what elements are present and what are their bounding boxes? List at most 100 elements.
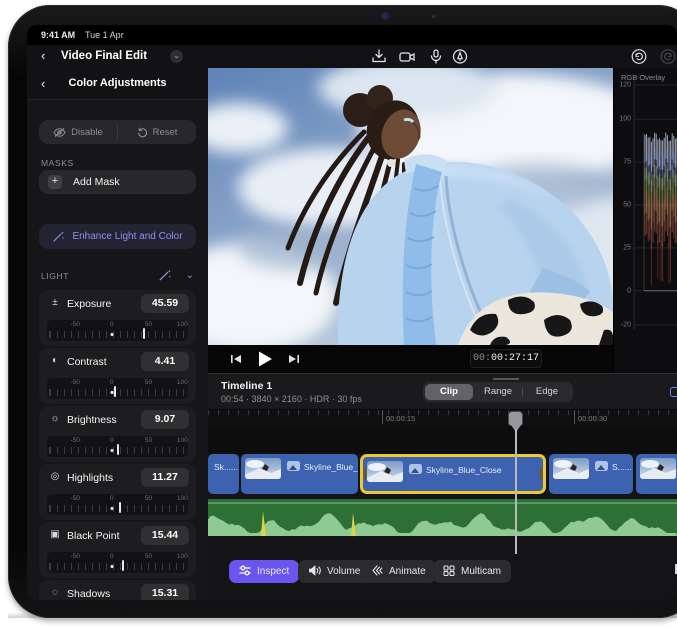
timeline-clip[interactable] xyxy=(636,454,677,494)
mic-icon[interactable] xyxy=(427,48,445,65)
multicam-label: Multicam xyxy=(461,566,501,577)
camera-icon[interactable] xyxy=(398,48,416,65)
timeline-name: Timeline 1 xyxy=(221,380,272,392)
clip-thumbnail xyxy=(640,458,676,479)
brightness-icon: ☼ xyxy=(49,413,61,424)
status-bar: 9:41 AM Tue 1 Apr xyxy=(27,25,677,45)
light-collapse-chevron-icon[interactable]: ⌄ xyxy=(186,270,194,281)
timecode-hours: 00: xyxy=(473,353,491,364)
project-title-chevron-icon[interactable]: ⌄ xyxy=(170,50,183,63)
connect-clip-icon[interactable] xyxy=(670,387,677,397)
contrast-value[interactable]: 4.41 xyxy=(141,352,189,371)
param-shadows: ◌Shadows15.31-50050100 xyxy=(39,580,196,600)
video-preview[interactable] xyxy=(208,68,613,345)
media-icon xyxy=(595,461,608,471)
brightness-label: Brightness xyxy=(67,414,117,426)
animate-label: Animate xyxy=(389,566,426,577)
param-exposure: ±Exposure45.59-50050100 xyxy=(39,290,196,346)
reset-icon xyxy=(137,127,148,138)
import-icon[interactable] xyxy=(370,48,388,65)
media-icon xyxy=(287,461,300,471)
animate-button[interactable]: Animate xyxy=(360,560,436,583)
param-brightness: ☼ Brightness 9.07 -50050100 xyxy=(39,406,196,462)
timeline-clip[interactable]: S...... xyxy=(549,454,633,494)
clip-label: Skyline_Blue_Wide xyxy=(304,462,358,472)
undo-icon[interactable] xyxy=(630,48,648,65)
inspect-icon xyxy=(239,565,251,579)
disable-button[interactable]: Disable xyxy=(39,120,117,144)
enhance-label: Enhance Light and Color xyxy=(72,231,182,242)
sensor-dot-icon xyxy=(432,15,435,18)
back-chevron-icon[interactable]: ‹ xyxy=(41,48,45,63)
light-section-header: LIGHT ⌄ xyxy=(27,268,208,284)
param-highlights: ◎Highlights11.27-50050100 xyxy=(39,464,196,520)
disable-reset-segment: Disable Reset xyxy=(39,120,196,144)
app-toolbar: ‹ Video Final Edit ⌄ xyxy=(27,45,677,68)
disable-label: Disable xyxy=(71,127,103,138)
video-frame-image xyxy=(208,68,613,345)
scope-tick-label: 100 xyxy=(619,116,631,123)
brightness-slider[interactable]: -50050100 xyxy=(47,436,188,457)
contrast-slider[interactable]: -50050100 xyxy=(47,378,188,399)
trim-handle-right[interactable] xyxy=(540,468,542,480)
redo-icon[interactable] xyxy=(659,48,677,65)
black-point-slider[interactable]: -50050100 xyxy=(47,552,188,573)
highlights-label: Highlights xyxy=(67,472,113,484)
audio-track[interactable] xyxy=(208,499,677,536)
mode-clip[interactable]: Clip xyxy=(425,384,473,400)
inspect-button[interactable]: Inspect xyxy=(229,560,299,583)
black-point-label: Black Point xyxy=(67,530,120,542)
timeline-clip[interactable]: Sk...... xyxy=(208,454,239,494)
add-mask-button[interactable]: + Add Mask xyxy=(39,170,196,194)
skip-back-icon[interactable] xyxy=(228,351,244,367)
param-contrast: ◐Contrast4.41-50050100 xyxy=(39,348,196,404)
black-point-value[interactable]: 15.44 xyxy=(141,526,189,545)
transport-bar: 00:00:27:17 xyxy=(208,345,613,373)
timecode-display[interactable]: 00:00:27:17 xyxy=(470,349,542,368)
exposure-slider[interactable]: -50050100 xyxy=(47,320,188,341)
highlights-value[interactable]: 11.27 xyxy=(141,468,189,487)
contrast-icon: ◐ xyxy=(49,355,61,366)
timeline-clip[interactable]: Skyline_Blue_Close xyxy=(360,454,546,494)
status-time: 9:41 AM xyxy=(41,30,75,40)
animate-icon xyxy=(370,565,383,579)
shadows-icon: ◌ xyxy=(49,587,61,598)
clip-thumbnail xyxy=(367,461,403,482)
timeline-meta: 00:54 · 3840 × 2160 · HDR · 30 fps xyxy=(221,394,362,404)
skip-forward-icon[interactable] xyxy=(286,351,302,367)
pencil-tool-icon[interactable] xyxy=(451,48,469,65)
floor-shadow xyxy=(8,612,677,618)
exposure-icon: ± xyxy=(49,297,61,308)
trim-handle-left[interactable] xyxy=(364,468,366,480)
light-wand-icon[interactable] xyxy=(158,268,172,282)
plus-icon: + xyxy=(48,175,62,189)
volume-label: Volume xyxy=(327,566,360,577)
project-title[interactable]: Video Final Edit xyxy=(61,50,147,62)
timeline-clip[interactable]: Skyline_Blue_Wide xyxy=(241,454,358,494)
timeline-toolbar: Inspect Volume Animate Multicam xyxy=(208,560,677,584)
shadows-value[interactable]: 15.31 xyxy=(141,584,189,600)
mode-range[interactable]: Range xyxy=(474,384,522,400)
enhance-light-color-button[interactable]: Enhance Light and Color xyxy=(39,224,196,249)
exposure-value[interactable]: 45.59 xyxy=(141,294,189,313)
scope-tick-label: 75 xyxy=(623,159,631,166)
play-icon[interactable] xyxy=(255,349,275,369)
multicam-icon xyxy=(443,565,455,579)
multicam-button[interactable]: Multicam xyxy=(433,560,511,583)
eye-off-icon xyxy=(53,127,66,138)
highlights-slider[interactable]: -50050100 xyxy=(47,494,188,515)
clip-thumbnail xyxy=(553,458,589,479)
brightness-value[interactable]: 9.07 xyxy=(141,410,189,429)
edit-mode-segment: ClipRangeEdge xyxy=(423,382,573,402)
timeline-ruler[interactable]: 00:00:1500:00:30 xyxy=(208,409,677,426)
timeline-panel: Timeline 1 00:54 · 3840 × 2160 · HDR · 3… xyxy=(208,373,677,600)
ipad-device-frame: 9:41 AM Tue 1 Apr ‹ Video Final Edit ⌄ xyxy=(8,5,677,618)
mode-edge[interactable]: Edge xyxy=(523,384,571,400)
timeline-empty-track xyxy=(208,426,677,454)
media-icon xyxy=(409,464,422,474)
timeline-header: Timeline 1 00:54 · 3840 × 2160 · HDR · 3… xyxy=(208,374,677,409)
rgb-overlay-scope: RGB Overlay 1201007550250-20 xyxy=(613,68,677,373)
ipad-screen: 9:41 AM Tue 1 Apr ‹ Video Final Edit ⌄ xyxy=(27,25,677,600)
scope-tick-label: 120 xyxy=(619,82,631,89)
reset-button[interactable]: Reset xyxy=(118,120,196,144)
